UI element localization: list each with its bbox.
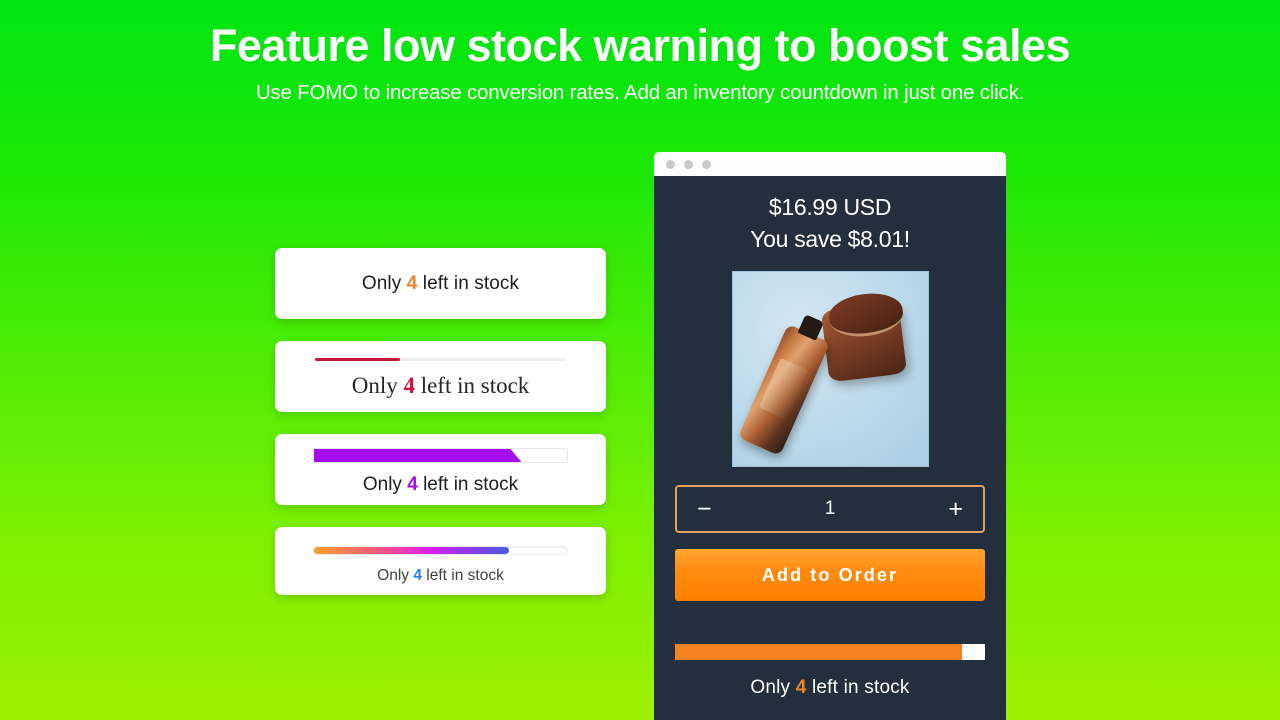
window-close-icon[interactable] — [666, 159, 675, 169]
stock-count: 4 — [403, 373, 415, 398]
stock-widget-label-4: Only 4 left in stock — [313, 567, 568, 585]
stock-suffix: left in stock — [421, 567, 504, 584]
stock-progress-track-4 — [313, 546, 568, 555]
stock-prefix: Only — [361, 272, 407, 294]
product-image — [731, 271, 929, 467]
window-minimize-icon[interactable] — [684, 159, 693, 169]
stock-progress-fill-4 — [314, 547, 509, 554]
window-maximize-icon[interactable] — [702, 159, 711, 169]
quantity-decrement-button[interactable]: − — [697, 496, 712, 522]
stock-progress-track-3 — [313, 448, 568, 463]
stock-progress-track-main — [675, 644, 985, 660]
add-to-order-button[interactable]: Add to Order — [675, 549, 985, 601]
product-panel: $16.99 USD You save $8.01! − 1 + Add to … — [654, 176, 1006, 720]
stock-prefix: Only — [750, 677, 796, 698]
page-headline: Feature low stock warning to boost sales — [209, 20, 1071, 71]
browser-mockup: $16.99 USD You save $8.01! − 1 + Add to … — [654, 152, 1006, 720]
stock-progress-fill-main — [675, 644, 962, 660]
page-subheadline: Use FOMO to increase conversion rates. A… — [255, 81, 1025, 105]
stock-suffix: left in stock — [417, 272, 520, 294]
quantity-value: 1 — [824, 498, 836, 519]
product-bottle — [737, 324, 830, 456]
product-savings: You save $8.01! — [750, 226, 910, 252]
stock-progress-fill-2 — [315, 358, 401, 361]
stock-count: 4 — [406, 272, 418, 294]
stock-prefix: Only — [377, 567, 414, 584]
stock-widget-label-1: Only 4 left in stock — [362, 273, 519, 295]
quantity-stepper[interactable]: − 1 + — [675, 485, 985, 533]
stock-suffix: left in stock — [417, 474, 519, 495]
stock-count: 4 — [407, 474, 418, 495]
quantity-increment-button[interactable]: + — [948, 496, 963, 522]
stock-widget-card-2[interactable]: Only 4 left in stock — [275, 341, 606, 412]
stock-widget-card-3[interactable]: Only 4 left in stock — [275, 434, 606, 505]
stock-suffix: left in stock — [414, 373, 530, 398]
stock-widget-card-1[interactable]: Only 4 left in stock — [275, 248, 606, 319]
stock-progress-fill-3 — [314, 449, 521, 462]
browser-titlebar — [654, 152, 1006, 176]
stock-widget-card-4[interactable]: Only 4 left in stock — [275, 527, 606, 595]
stock-prefix: Only — [351, 373, 404, 398]
stock-widget-label-2: Only 4 left in stock — [315, 373, 566, 399]
stock-suffix: left in stock — [806, 677, 910, 698]
stock-count: 4 — [795, 677, 807, 698]
stock-widget-label-3: Only 4 left in stock — [313, 474, 568, 496]
stock-progress-track-2 — [315, 358, 566, 361]
widget-preview-list: Only 4 left in stock Only 4 left in stoc… — [275, 248, 606, 617]
stock-count: 4 — [413, 567, 422, 584]
product-price: $16.99 USD — [768, 194, 892, 220]
stock-status-label-main: Only 4 left in stock — [750, 677, 909, 699]
stock-prefix: Only — [362, 474, 408, 495]
